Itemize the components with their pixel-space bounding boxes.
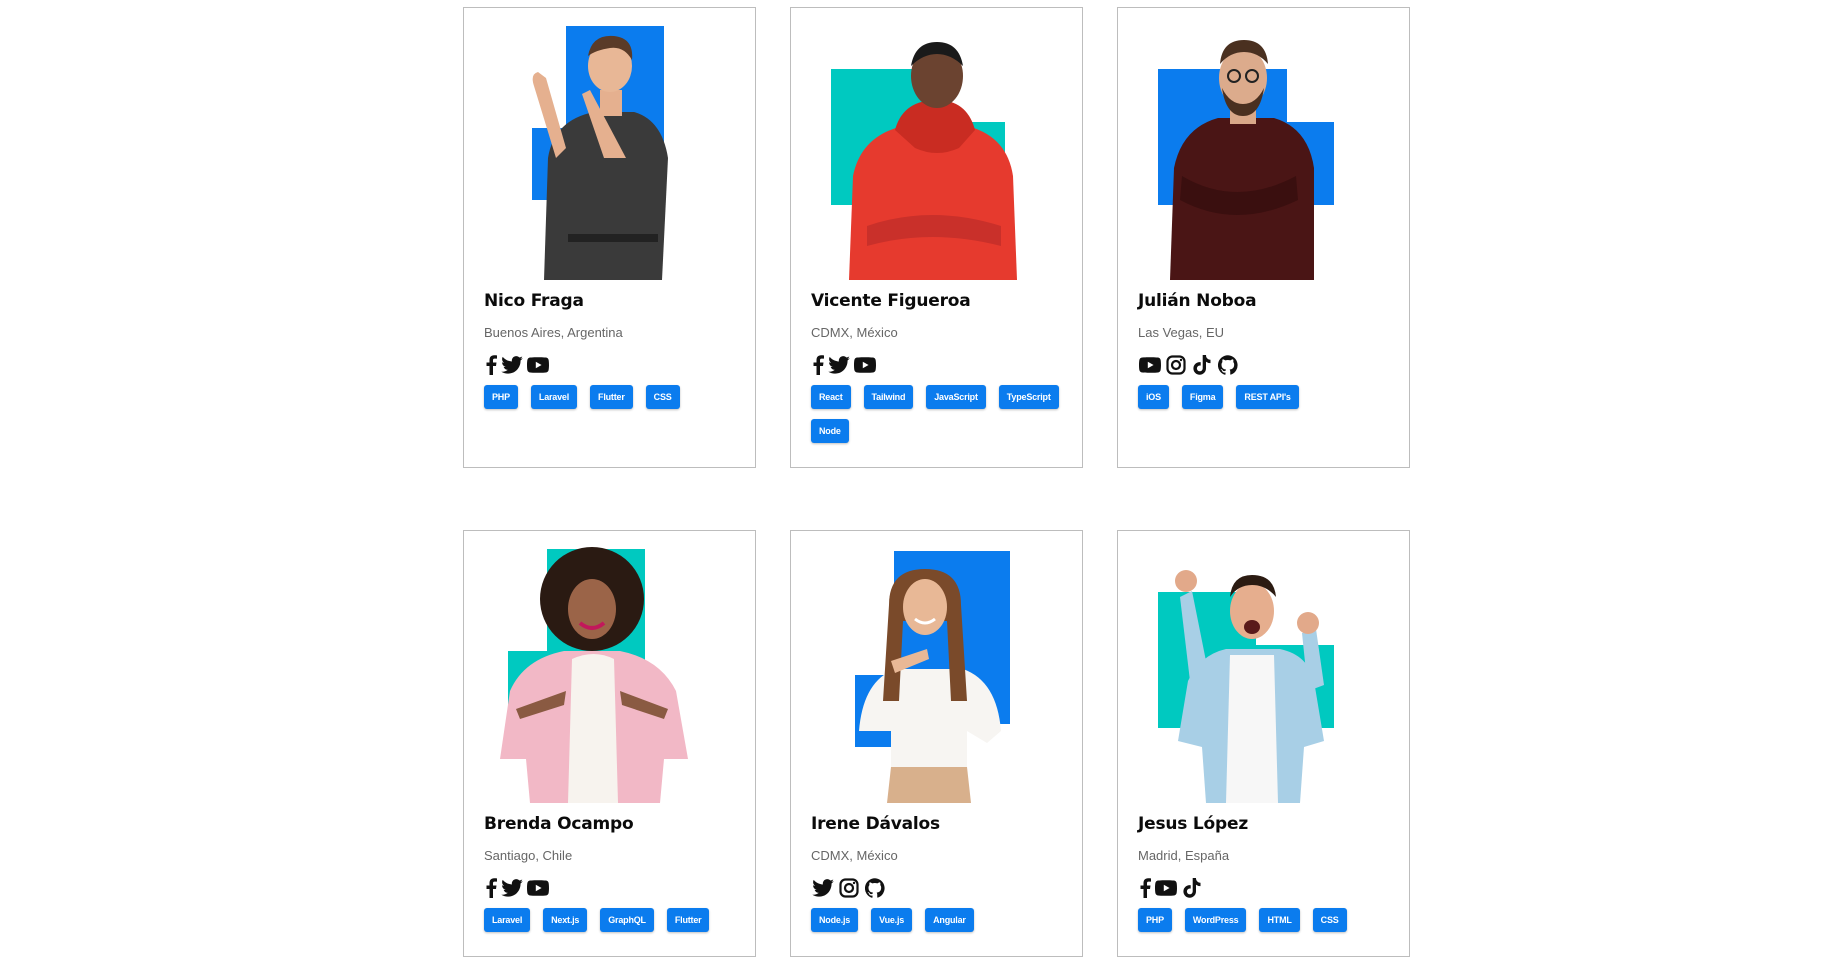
- team-grid: Nico Fraga Buenos Aires, Argentina PHP L…: [463, 7, 1411, 957]
- member-name: Julián Noboa: [1138, 291, 1257, 311]
- member-location: Madrid, España: [1138, 848, 1230, 863]
- skill-tags: Node.js Vue.js Angular: [811, 908, 1070, 932]
- social-links: [1138, 876, 1397, 900]
- member-location: Santiago, Chile: [484, 848, 573, 863]
- member-location: CDMX, México: [811, 325, 898, 340]
- skill-tag[interactable]: Flutter: [666, 908, 710, 932]
- skill-tags: PHP WordPress HTML CSS: [1138, 908, 1397, 932]
- skill-tag[interactable]: GraphQL: [600, 908, 654, 932]
- facebook-icon[interactable]: [811, 353, 825, 377]
- tiktok-icon[interactable]: [1190, 353, 1214, 377]
- twitter-icon[interactable]: [500, 353, 524, 377]
- team-card: Irene Dávalos CDMX, México Node.js Vue.j…: [790, 530, 1083, 957]
- skill-tag[interactable]: Figma: [1181, 385, 1224, 409]
- member-photo: [791, 531, 1081, 803]
- team-card: Nico Fraga Buenos Aires, Argentina PHP L…: [463, 7, 756, 468]
- youtube-icon[interactable]: [853, 353, 877, 377]
- social-links: [484, 876, 743, 900]
- member-photo: [464, 8, 754, 280]
- facebook-icon[interactable]: [484, 876, 498, 900]
- instagram-icon[interactable]: [837, 876, 861, 900]
- member-name: Brenda Ocampo: [484, 814, 634, 834]
- social-links: [811, 876, 1070, 900]
- team-card: Vicente Figueroa CDMX, México React Tail…: [790, 7, 1083, 468]
- skill-tag[interactable]: CSS: [1312, 908, 1347, 932]
- github-icon[interactable]: [863, 876, 887, 900]
- skill-tags: PHP Laravel Flutter CSS: [484, 385, 743, 409]
- skill-tag[interactable]: Tailwind: [863, 385, 914, 409]
- member-photo: [464, 531, 754, 803]
- skill-tags: Laravel Next.js GraphQL Flutter: [484, 908, 743, 932]
- member-location: CDMX, México: [811, 848, 898, 863]
- facebook-icon[interactable]: [1138, 876, 1152, 900]
- facebook-icon[interactable]: [484, 353, 498, 377]
- social-links: [484, 353, 743, 377]
- member-photo: [1118, 8, 1408, 280]
- member-photo: [1118, 531, 1408, 803]
- twitter-icon[interactable]: [500, 876, 524, 900]
- skill-tag[interactable]: WordPress: [1184, 908, 1247, 932]
- skill-tag[interactable]: JavaScript: [926, 385, 986, 409]
- social-links: [811, 353, 1070, 377]
- skill-tag[interactable]: Vue.js: [871, 908, 913, 932]
- youtube-icon[interactable]: [1154, 876, 1178, 900]
- twitter-icon[interactable]: [811, 876, 835, 900]
- skill-tag[interactable]: Node.js: [811, 908, 859, 932]
- skill-tag[interactable]: PHP: [1138, 908, 1172, 932]
- youtube-icon[interactable]: [1138, 353, 1162, 377]
- member-name: Nico Fraga: [484, 291, 584, 311]
- youtube-icon[interactable]: [526, 353, 550, 377]
- github-icon[interactable]: [1216, 353, 1240, 377]
- skill-tag[interactable]: Next.js: [543, 908, 588, 932]
- member-name: Vicente Figueroa: [811, 291, 971, 311]
- skill-tag[interactable]: TypeScript: [998, 385, 1059, 409]
- skill-tag[interactable]: REST API's: [1236, 385, 1299, 409]
- skill-tags: iOS Figma REST API's: [1138, 385, 1397, 409]
- skill-tag[interactable]: PHP: [484, 385, 518, 409]
- skill-tag[interactable]: Angular: [925, 908, 974, 932]
- member-name: Jesus López: [1138, 814, 1249, 834]
- member-location: Las Vegas, EU: [1138, 325, 1224, 340]
- skill-tag[interactable]: CSS: [645, 385, 680, 409]
- skill-tag[interactable]: Laravel: [530, 385, 578, 409]
- skill-tag[interactable]: React: [811, 385, 851, 409]
- member-location: Buenos Aires, Argentina: [484, 325, 623, 340]
- skill-tags: React Tailwind JavaScript TypeScript Nod…: [811, 385, 1070, 443]
- team-card: Jesus López Madrid, España PHP WordPress…: [1117, 530, 1410, 957]
- member-photo: [791, 8, 1081, 280]
- skill-tag[interactable]: iOS: [1138, 385, 1169, 409]
- social-links: [1138, 353, 1397, 377]
- skill-tag[interactable]: Laravel: [484, 908, 531, 932]
- youtube-icon[interactable]: [526, 876, 550, 900]
- tiktok-icon[interactable]: [1180, 876, 1204, 900]
- team-card: Julián Noboa Las Vegas, EU iOS Figma RES…: [1117, 7, 1410, 468]
- skill-tag[interactable]: HTML: [1259, 908, 1300, 932]
- twitter-icon[interactable]: [827, 353, 851, 377]
- skill-tag[interactable]: Flutter: [590, 385, 633, 409]
- instagram-icon[interactable]: [1164, 353, 1188, 377]
- member-name: Irene Dávalos: [811, 814, 940, 834]
- team-card: Brenda Ocampo Santiago, Chile Laravel Ne…: [463, 530, 756, 957]
- skill-tag[interactable]: Node: [811, 419, 849, 443]
